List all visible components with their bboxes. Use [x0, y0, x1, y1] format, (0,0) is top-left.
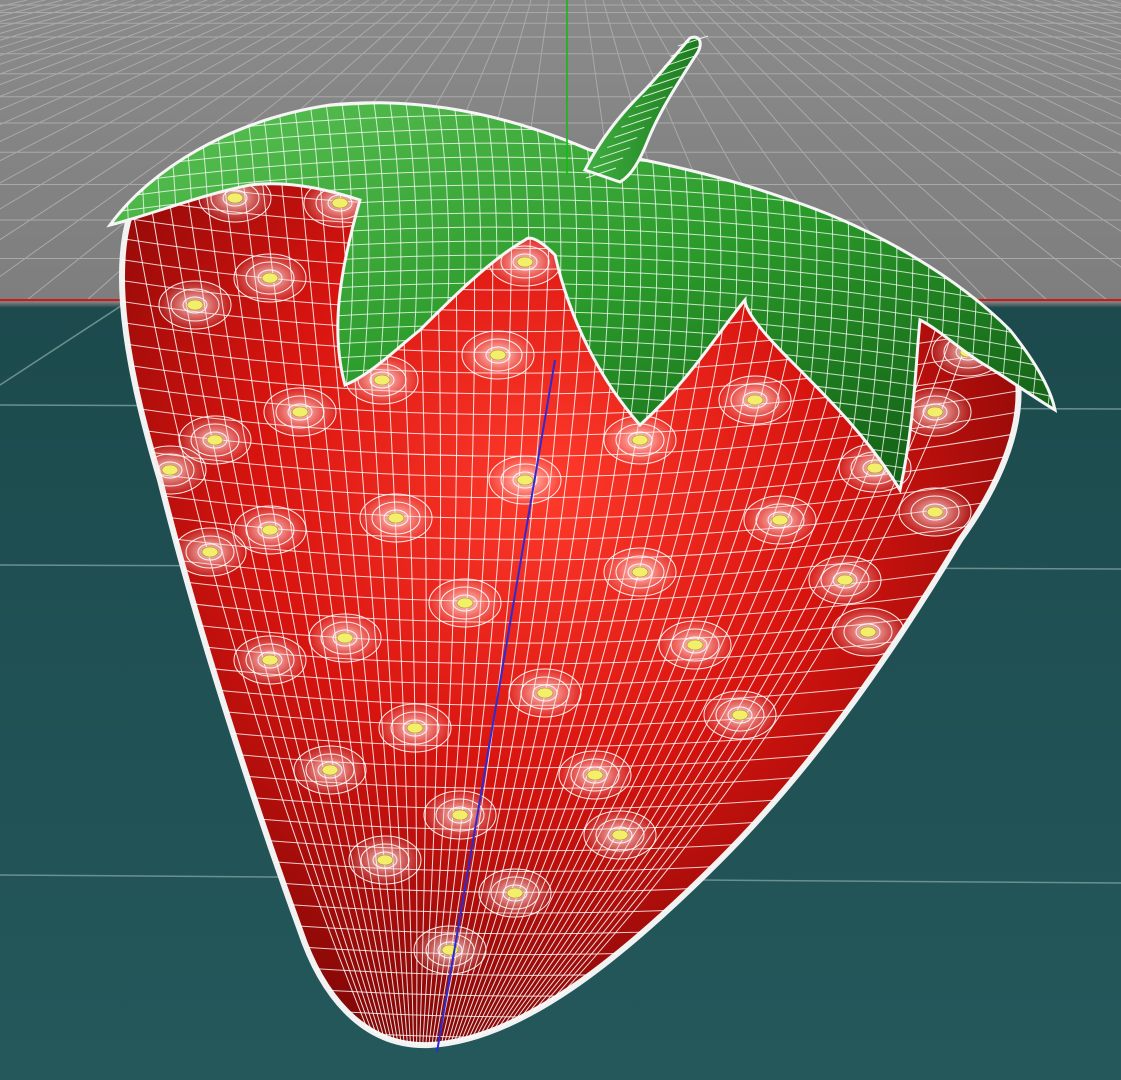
- seed: [807, 554, 883, 606]
- seed-dot: [536, 687, 554, 699]
- seed: [477, 867, 553, 919]
- seed-dot: [926, 406, 944, 418]
- seed-dot: [516, 474, 534, 486]
- seed: [412, 924, 488, 976]
- seed-dot: [291, 406, 309, 418]
- seed-dot: [506, 887, 524, 899]
- seed: [702, 689, 778, 741]
- seed-dot: [489, 349, 507, 361]
- seed: [557, 749, 633, 801]
- seed-dot: [631, 566, 649, 578]
- seed: [460, 329, 536, 381]
- viewport-canvas[interactable]: [0, 0, 1121, 1080]
- seed-dot: [926, 506, 944, 518]
- seed-dot: [161, 464, 179, 476]
- seed-dot: [456, 597, 474, 609]
- seed-dot: [866, 462, 884, 474]
- seed: [427, 577, 503, 629]
- seed: [157, 279, 233, 331]
- seed: [232, 634, 308, 686]
- seed-dot: [746, 394, 764, 406]
- seed-dot: [451, 809, 469, 821]
- seed-dot: [373, 374, 391, 386]
- seed-dot: [331, 197, 349, 209]
- seed: [507, 667, 583, 719]
- seed-dot: [186, 299, 204, 311]
- seed-dot: [201, 546, 219, 558]
- seed-dot: [859, 626, 877, 638]
- seed-dot: [261, 524, 279, 536]
- seed-dot: [586, 769, 604, 781]
- seed: [292, 744, 368, 796]
- seed: [347, 834, 423, 886]
- seed: [717, 374, 793, 426]
- seed-dot: [836, 574, 854, 586]
- seed-dot: [387, 512, 405, 524]
- seed: [742, 494, 818, 546]
- seed-dot: [771, 514, 789, 526]
- seed: [377, 702, 453, 754]
- seed-dot: [261, 272, 279, 284]
- seed: [582, 809, 658, 861]
- seed: [262, 386, 338, 438]
- seed-dot: [731, 709, 749, 721]
- seed-dot: [611, 829, 629, 841]
- seed-dot: [321, 764, 339, 776]
- seed: [232, 252, 308, 304]
- seed: [307, 612, 383, 664]
- seed-dot: [226, 192, 244, 204]
- seed: [358, 492, 434, 544]
- seed-dot: [336, 632, 354, 644]
- seed: [422, 789, 498, 841]
- seed-dot: [261, 654, 279, 666]
- seed: [657, 619, 733, 671]
- 3d-viewport[interactable]: [0, 0, 1121, 1080]
- seed: [487, 454, 563, 506]
- seed-dot: [631, 434, 649, 446]
- seed-dot: [406, 722, 424, 734]
- seed: [897, 486, 973, 538]
- seed-dot: [516, 256, 534, 268]
- seed-dot: [206, 434, 224, 446]
- seed-dot: [376, 854, 394, 866]
- seed: [602, 546, 678, 598]
- seed-dot: [686, 639, 704, 651]
